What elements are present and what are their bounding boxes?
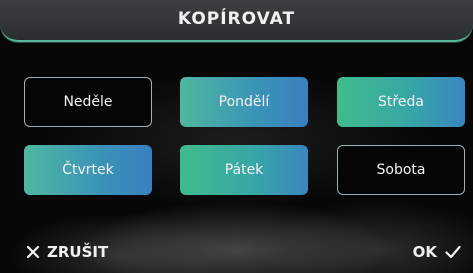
day-button-ctvrtek[interactable]: Čtvrtek [24,145,152,195]
day-label: Neděle [63,94,113,110]
ok-button[interactable]: OK [412,240,461,264]
day-label: Čtvrtek [62,162,114,178]
day-label: Středa [378,94,424,110]
ok-label: OK [412,243,437,261]
day-label: Sobota [376,162,426,178]
cancel-button[interactable]: ZRUŠIT [26,240,108,264]
copy-screen: KOPÍROVAT Neděle Pondělí Středa Čtvrtek … [0,0,473,273]
day-button-sobota[interactable]: Sobota [337,145,465,195]
day-button-nedele[interactable]: Neděle [24,77,152,127]
close-icon [26,245,40,259]
day-button-pondeli[interactable]: Pondělí [180,77,308,127]
day-label: Pondělí [218,94,270,110]
header-bar: KOPÍROVAT [0,0,473,42]
cancel-label: ZRUŠIT [47,243,109,261]
day-button-streda[interactable]: Středa [337,77,465,127]
check-icon [445,245,461,259]
page-title: KOPÍROVAT [177,9,296,29]
day-label: Pátek [224,162,264,178]
day-button-patek[interactable]: Pátek [180,145,308,195]
